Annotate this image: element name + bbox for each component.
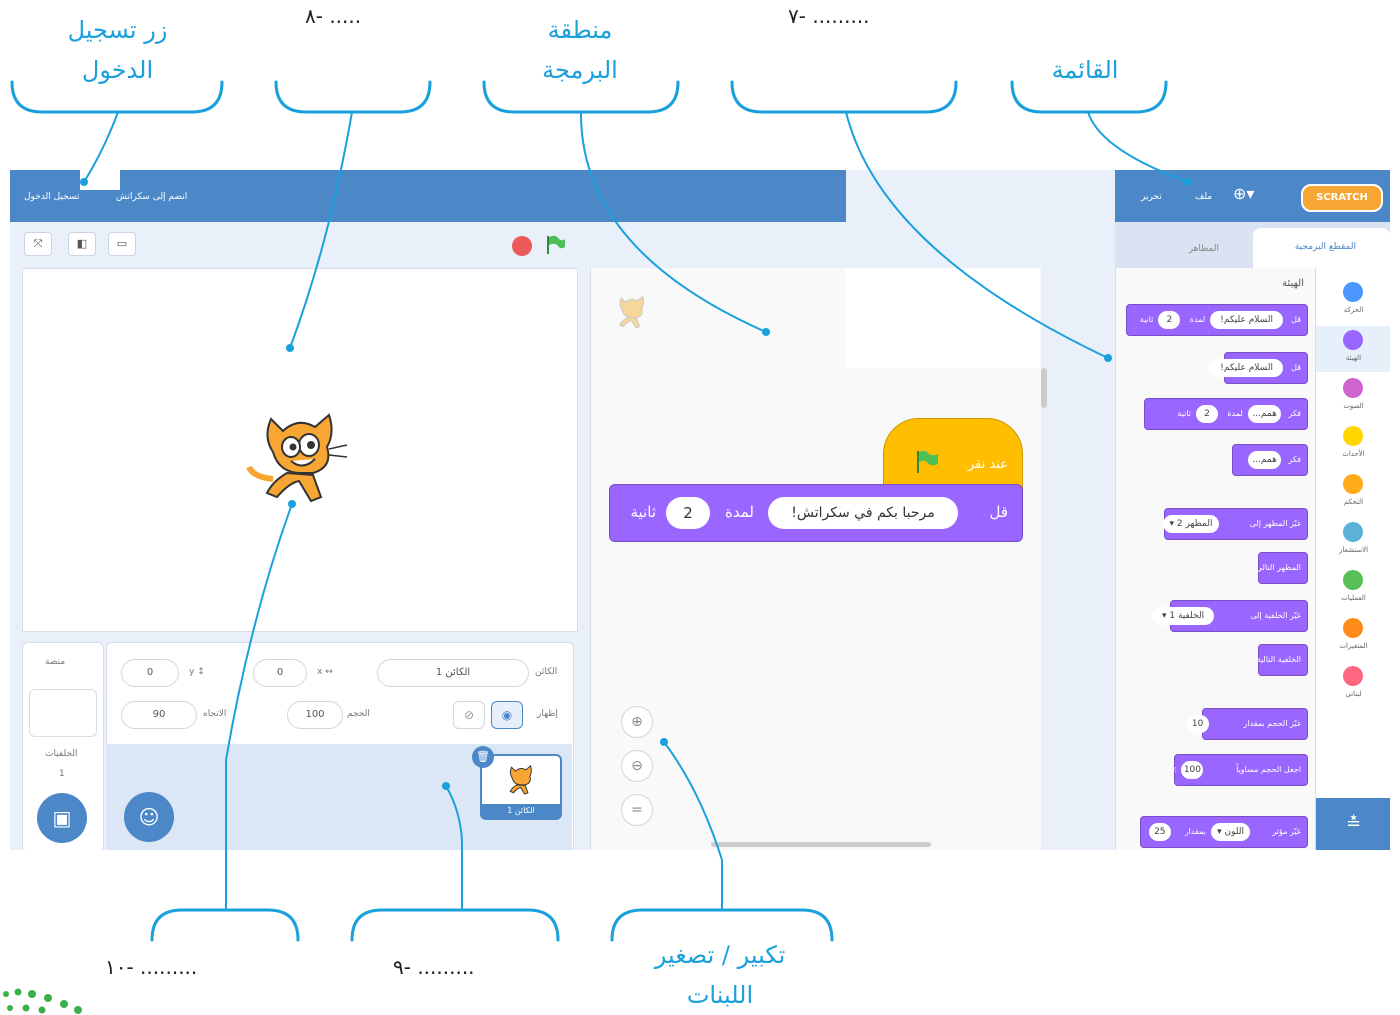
bracket-coding [482,80,680,114]
bracket-9 [350,908,560,942]
bracket-7 [730,80,958,114]
bracket-zoom [610,908,834,942]
callout-overlay [3,80,1192,1014]
bracket-8 [274,80,432,114]
ministry-logo-dots [3,988,82,1014]
bracket-login [10,80,224,114]
bracket-menu [1010,80,1168,114]
bracket-10 [150,908,300,942]
